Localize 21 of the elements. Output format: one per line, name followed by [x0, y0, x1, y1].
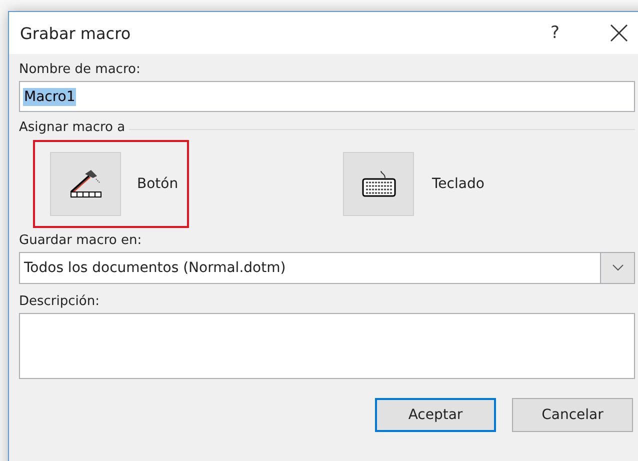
macro-name-field[interactable]: Macro1: [19, 81, 635, 112]
field-label: Guardar macro en:: [19, 233, 143, 248]
dropdown-value: Todos los documentos (Normal.dotm): [23, 260, 287, 276]
dialog-button[interactable]: Aceptar: [375, 398, 496, 432]
assign-option-button[interactable]: [343, 152, 414, 216]
description-field[interactable]: [19, 313, 635, 379]
option-label: Botón: [137, 176, 178, 192]
field-label: Nombre de macro:: [19, 62, 142, 77]
chevron-down-icon: [612, 264, 624, 272]
option-label: Teclado: [432, 176, 484, 192]
keyboard-icon: [360, 169, 396, 199]
field-value: Macro1: [23, 88, 76, 106]
assign-option-button[interactable]: [50, 152, 121, 216]
hammer-icon: [68, 168, 102, 200]
close-button[interactable]: [608, 22, 630, 44]
store-in-dropdown[interactable]: Todos los documentos (Normal.dotm): [19, 252, 635, 284]
group-label: Asignar macro a: [19, 120, 126, 135]
dialog-button[interactable]: Cancelar: [512, 398, 633, 432]
window-title: Grabar macro: [20, 24, 132, 42]
field-label: Descripción:: [19, 294, 100, 309]
help-button[interactable]: ?: [540, 22, 570, 44]
